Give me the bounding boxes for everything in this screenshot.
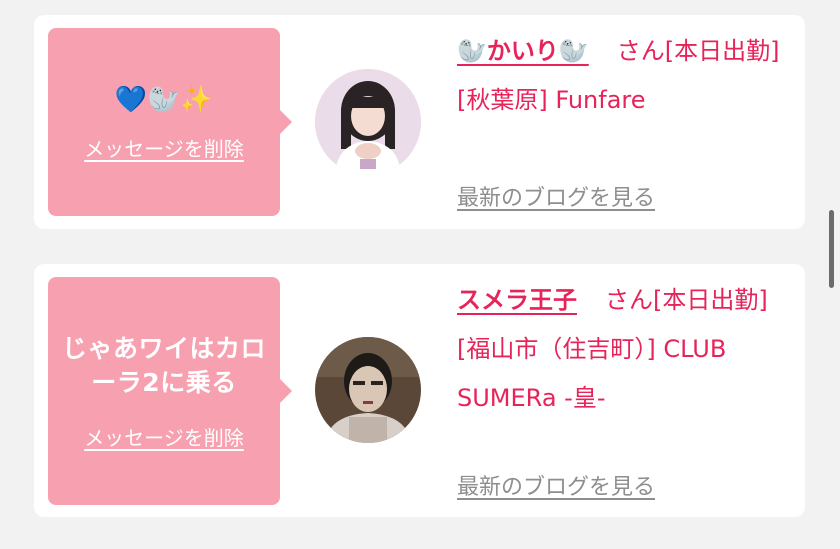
avatar[interactable] bbox=[315, 69, 421, 175]
message-text: じゃあワイはカローラ2に乗る bbox=[61, 333, 266, 397]
cast-info: スメラ王子 さん[本日出勤] [福山市（住吉町）] CLUB SUMERa -皇- bbox=[457, 276, 792, 423]
shop-location: [秋葉原] Funfare bbox=[457, 86, 646, 114]
latest-blog-link[interactable]: 最新のブログを見る bbox=[457, 469, 655, 501]
message-card: じゃあワイはカローラ2に乗る メッセージを削除 スメラ王子 さん[本日出勤] [福… bbox=[34, 264, 805, 517]
work-status: [本日出勤] bbox=[664, 37, 780, 65]
cast-name-link[interactable]: 🦭かいり🦭 bbox=[457, 37, 589, 65]
cast-name-link[interactable]: スメラ王子 bbox=[457, 286, 577, 314]
message-card: 💙🦭✨ メッセージを削除 🦭かいり🦭 さん[本日出勤] [秋葉原] Funfare… bbox=[34, 15, 805, 229]
delete-message-link[interactable]: メッセージを削除 bbox=[84, 422, 244, 451]
latest-blog-link[interactable]: 最新のブログを見る bbox=[457, 180, 655, 212]
avatar[interactable] bbox=[315, 337, 421, 443]
honorific: さん bbox=[605, 286, 653, 314]
work-status: [本日出勤] bbox=[653, 286, 768, 314]
cast-info: 🦭かいり🦭 さん[本日出勤] [秋葉原] Funfare bbox=[457, 27, 792, 125]
avatar-photo bbox=[315, 69, 421, 175]
avatar-photo bbox=[315, 337, 421, 443]
message-bubble: じゃあワイはカローラ2に乗る メッセージを削除 bbox=[48, 277, 292, 505]
delete-message-link[interactable]: メッセージを削除 bbox=[84, 133, 244, 162]
scrollbar[interactable] bbox=[829, 210, 834, 288]
shop-location: [福山市（住吉町）] CLUB SUMERa -皇- bbox=[457, 335, 727, 412]
message-text: 💙🦭✨ bbox=[114, 84, 214, 115]
honorific: さん bbox=[616, 37, 665, 65]
message-bubble: 💙🦭✨ メッセージを削除 bbox=[48, 28, 292, 216]
